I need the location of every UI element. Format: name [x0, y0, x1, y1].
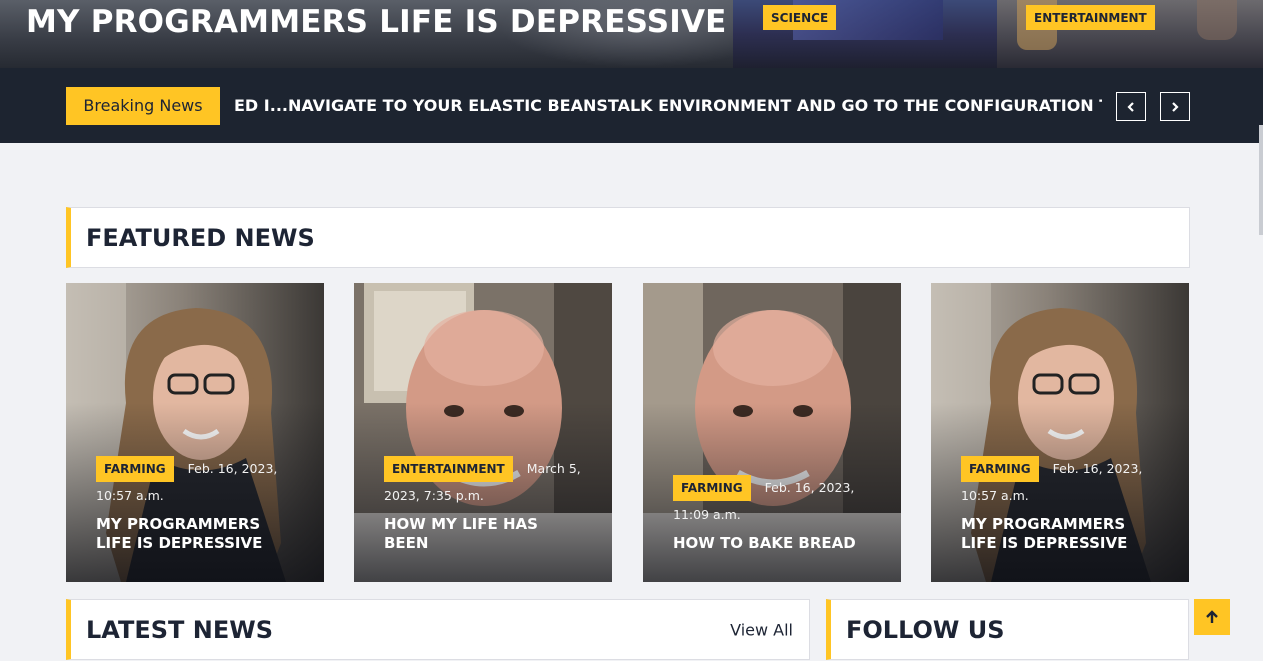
- section-title: FOLLOW US: [846, 615, 1005, 644]
- hero-slider: MY PROGRAMMERS LIFE IS DEPRESSIVE SCIENC…: [0, 0, 1263, 68]
- arrow-up-icon: [1206, 610, 1218, 623]
- ticker-prev-button[interactable]: [1116, 92, 1146, 121]
- news-card[interactable]: FARMING Feb. 16, 2023, 10:57 a.m. MY PROG…: [931, 283, 1189, 582]
- featured-news-header: FEATURED NEWS: [66, 207, 1190, 268]
- news-card[interactable]: FARMING Feb. 16, 2023, 10:57 a.m. MY PROG…: [66, 283, 324, 582]
- follow-us-header: FOLLOW US: [826, 599, 1189, 660]
- card-headline[interactable]: HOW TO BAKE BREAD: [673, 534, 873, 553]
- scrollbar[interactable]: [1259, 125, 1263, 235]
- card-headline[interactable]: MY PROGRAMMERS LIFE IS DEPRESSIVE: [96, 515, 296, 553]
- category-tag[interactable]: ENTERTAINMENT: [384, 456, 513, 482]
- card-headline[interactable]: HOW MY LIFE HAS BEEN: [384, 515, 584, 553]
- section-title: LATEST NEWS: [86, 615, 274, 644]
- card-meta: ENTERTAINMENT March 5, 2023, 7:35 p.m.: [384, 455, 584, 509]
- card-headline[interactable]: MY PROGRAMMERS LIFE IS DEPRESSIVE: [961, 515, 1161, 553]
- ticker-next-button[interactable]: [1160, 92, 1190, 121]
- news-ticker: ED I...NAVIGATE TO YOUR ELASTIC BEANSTAL…: [234, 87, 1102, 125]
- card-meta: FARMING Feb. 16, 2023, 10:57 a.m.: [961, 455, 1161, 509]
- hero-title[interactable]: MY PROGRAMMERS LIFE IS DEPRESSIVE: [26, 4, 727, 40]
- section-title: FEATURED NEWS: [86, 223, 315, 252]
- category-tag[interactable]: FARMING: [673, 475, 751, 501]
- latest-news-header: LATEST NEWS View All: [66, 599, 810, 660]
- back-to-top-button[interactable]: [1194, 599, 1230, 635]
- card-meta: FARMING Feb. 16, 2023, 11:09 a.m.: [673, 474, 873, 528]
- category-tag[interactable]: FARMING: [961, 456, 1039, 482]
- breaking-news-bar: Breaking News ED I...NAVIGATE TO YOUR EL…: [0, 68, 1263, 143]
- news-card[interactable]: FARMING Feb. 16, 2023, 11:09 a.m. HOW TO …: [643, 283, 901, 582]
- chevron-left-icon: [1127, 101, 1134, 112]
- news-card[interactable]: ENTERTAINMENT March 5, 2023, 7:35 p.m. HO…: [354, 283, 612, 582]
- category-tag-science[interactable]: SCIENCE: [763, 5, 837, 30]
- ticker-item[interactable]: ED I...: [234, 96, 288, 115]
- ticker-item[interactable]: NAVIGATE TO YOUR ELASTIC BEANSTALK ENVIR…: [288, 96, 1102, 115]
- category-tag[interactable]: FARMING: [96, 456, 174, 482]
- chevron-right-icon: [1172, 101, 1179, 112]
- view-all-link[interactable]: View All: [730, 620, 793, 639]
- breaking-news-label: Breaking News: [66, 87, 220, 125]
- card-meta: FARMING Feb. 16, 2023, 10:57 a.m.: [96, 455, 296, 509]
- category-tag-entertainment[interactable]: ENTERTAINMENT: [1026, 5, 1155, 30]
